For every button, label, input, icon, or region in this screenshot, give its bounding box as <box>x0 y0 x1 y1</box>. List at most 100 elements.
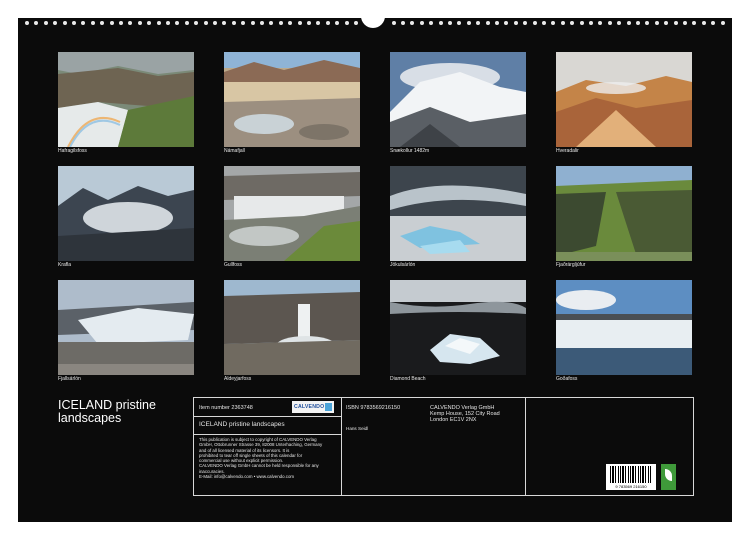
binding-ring <box>260 21 264 25</box>
binding-ring <box>156 21 161 25</box>
photo-caption: Krafla <box>58 262 72 268</box>
calvendo-logo: CALVENDO <box>292 401 334 413</box>
photo-caption: Aldeyjarfoss <box>224 376 252 382</box>
binding-ring <box>391 21 396 25</box>
binding-ring <box>109 21 114 25</box>
binding-ring <box>589 21 593 25</box>
notice-line: E-Mail: info@calvendo.com • www.calvendo… <box>199 474 295 480</box>
wire-binding <box>18 15 732 28</box>
binding-ring <box>62 21 67 25</box>
divider <box>341 398 342 495</box>
binding-ring <box>598 21 603 25</box>
binding-ring <box>532 21 537 25</box>
photo-fjadrargljufur <box>556 166 692 261</box>
binding-ring <box>692 21 697 25</box>
divider <box>194 434 341 435</box>
binding-ring <box>495 21 499 25</box>
notice-line: CALVENDO Verlag GmbH cannot be held resp… <box>199 463 319 469</box>
photo-godafoss <box>556 280 692 375</box>
binding-ring <box>184 21 189 25</box>
photo-caption: Fjaðrárgljúfur <box>556 262 586 268</box>
binding-ring <box>617 21 622 25</box>
binding-ring <box>194 21 199 25</box>
leaf-icon <box>665 469 672 481</box>
product-info-box: Item number 2363748 CALVENDO ICELAND pri… <box>193 397 694 496</box>
item-number: Item number 2363748 <box>199 405 253 411</box>
notice-line: GmbH, Ottobrunner Strasse 39, 82008 Unte… <box>199 442 323 448</box>
barcode-bars <box>610 466 652 483</box>
binding-ring <box>438 21 443 25</box>
binding-ring <box>34 21 39 25</box>
binding-ring <box>100 21 105 25</box>
binding-ring <box>307 21 311 25</box>
binding-ring <box>683 21 687 25</box>
photo-namafjall <box>224 52 360 147</box>
author: Hans Seidl <box>346 426 369 431</box>
binding-ring <box>626 21 631 25</box>
binding-ring <box>278 21 283 25</box>
binding-ring <box>720 21 725 25</box>
photo-caption: Diamond Beach <box>390 376 426 382</box>
binding-ring <box>457 21 462 25</box>
binding-ring <box>664 21 669 25</box>
binding-ring <box>166 21 170 25</box>
binding-ring <box>654 21 659 25</box>
photo-diamond-beach <box>390 280 526 375</box>
photo-caption: Jökulsárlón <box>390 262 416 268</box>
photo-aldeyjarfoss <box>224 280 360 375</box>
calendar-title-line: landscapes <box>58 411 122 425</box>
binding-ring <box>354 21 358 25</box>
eco-label <box>661 464 676 490</box>
isbn: ISBN 9783569216150 <box>346 405 401 411</box>
binding-ring <box>410 21 415 25</box>
photo-caption: Hafragilsfoss <box>58 148 87 154</box>
photo-krafla <box>58 166 194 261</box>
calendar-title: ICELAND pristine landscapes <box>58 399 198 425</box>
binding-ring <box>570 21 575 25</box>
binding-ring <box>523 21 528 25</box>
binding-ring <box>401 21 405 25</box>
binding-ring <box>90 21 95 25</box>
divider <box>525 398 526 495</box>
photo-gullfoss <box>224 166 360 261</box>
hanger-notch <box>361 15 385 28</box>
binding-ring <box>231 21 236 25</box>
binding-ring <box>222 21 227 25</box>
binding-ring <box>513 21 518 25</box>
binding-ring <box>429 21 434 25</box>
binding-ring <box>448 21 452 25</box>
binding-ring <box>147 21 152 25</box>
binding-ring <box>25 21 29 25</box>
binding-ring <box>288 21 293 25</box>
calendar-back-cover: Hafragilsfoss Námafjall Snækollur 1482m <box>18 15 732 522</box>
binding-ring <box>485 21 490 25</box>
binding-ring <box>203 21 208 25</box>
binding-ring <box>344 21 349 25</box>
isbn-barcode: 9 783569 216150 <box>606 464 656 490</box>
calvendo-logo-text: CALVENDO <box>294 404 325 410</box>
binding-ring <box>175 21 180 25</box>
binding-ring <box>579 21 584 25</box>
calvendo-mark-icon <box>325 403 332 411</box>
binding-ring <box>335 21 340 25</box>
photo-caption: Hveradalir <box>556 148 579 154</box>
binding-ring <box>551 21 556 25</box>
photo-caption: Gullfoss <box>224 262 243 268</box>
binding-ring <box>43 21 48 25</box>
binding-ring <box>269 21 274 25</box>
binding-ring <box>81 21 86 25</box>
divider <box>194 416 341 417</box>
binding-ring <box>128 21 133 25</box>
publisher-line: London EC1V 2NX <box>430 417 477 423</box>
photo-jokulsarlon <box>390 166 526 261</box>
copyright-notice: This publication is subject to copyright… <box>199 437 333 479</box>
binding-ring <box>542 21 546 25</box>
binding-ring <box>607 21 612 25</box>
binding-ring <box>504 21 509 25</box>
photo-caption: Goðafoss <box>556 376 578 382</box>
binding-ring <box>673 21 678 25</box>
binding-ring <box>476 21 481 25</box>
binding-ring <box>645 21 650 25</box>
binding-ring <box>72 21 76 25</box>
binding-ring <box>137 21 142 25</box>
